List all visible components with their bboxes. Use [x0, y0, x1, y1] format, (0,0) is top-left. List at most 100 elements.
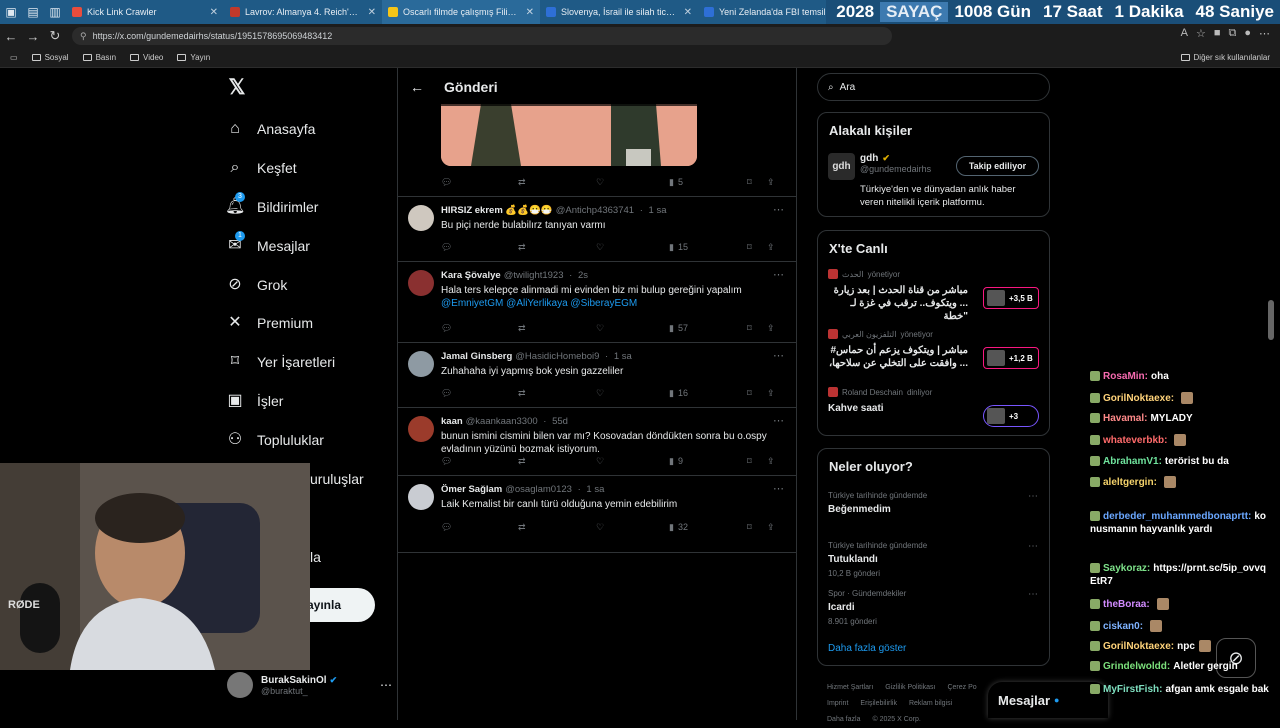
bookmark-icon[interactable]: ⌑	[747, 522, 767, 533]
more-options-icon[interactable]: ⋯	[1028, 491, 1038, 502]
trend-item[interactable]: Türkiye tarihinde gündemde Tutuklandı 10,2…	[828, 541, 1038, 578]
related-name[interactable]: gdh	[860, 153, 878, 164]
chat-user[interactable]: whateverbkb:	[1103, 435, 1167, 446]
share-icon[interactable]: ⇪	[767, 388, 775, 399]
live-item[interactable]: التلفزيون العربي yönetiyor مباشر | ويتكوف …	[828, 329, 968, 370]
repost-icon[interactable]: ⇄	[518, 388, 596, 399]
nav-item-mesajlar[interactable]: ✉ 1 Mesajlar	[225, 231, 310, 260]
search-input[interactable]: ⌕ Ara	[817, 73, 1050, 101]
site-info-icon[interactable]: ⚲	[80, 31, 87, 42]
live-listeners-pill[interactable]: +1,2 B	[983, 347, 1039, 369]
share-icon[interactable]: ⇪	[767, 323, 775, 334]
bookmark-folder[interactable]: Sosyal	[31, 53, 69, 62]
chat-user[interactable]: theBoraa:	[1103, 599, 1150, 610]
nav-item-topluluklar[interactable]: ⚇ Topluluklar	[225, 426, 324, 454]
more-icon[interactable]: ⋯	[380, 678, 392, 692]
extension-icon[interactable]: ■	[1214, 27, 1221, 40]
mention-links[interactable]: @EmniyetGM @AliYerlikaya @SiberayEGM	[441, 298, 637, 309]
share-icon[interactable]: ⇪	[767, 177, 775, 188]
chat-user[interactable]: Saykoraz:	[1103, 563, 1150, 574]
chat-user[interactable]: GorilNoktaexe:	[1103, 393, 1174, 404]
chat-user[interactable]: Grindelwoldd:	[1103, 661, 1170, 672]
gdh-logo[interactable]: gdh	[828, 153, 855, 180]
like-icon[interactable]: ♡	[596, 522, 669, 533]
views-button[interactable]: ▮ 57	[669, 323, 747, 334]
bookmark-folder[interactable]: Video	[130, 53, 163, 62]
chat-user[interactable]: AbrahamV1:	[1103, 456, 1162, 467]
views-button[interactable]: ▮ 9	[669, 456, 747, 467]
tweet-time[interactable]: 2s	[578, 270, 588, 281]
chat-user[interactable]: RosaMin:	[1103, 371, 1148, 382]
bookmark-folder[interactable]: Yayın	[177, 53, 210, 62]
footer-link[interactable]: Reklam bilgisi	[909, 700, 952, 707]
avatar[interactable]	[408, 270, 434, 296]
reply-tweet[interactable]: Ömer Sağlam @osaglam0123 · 1 sa ⋯ Laik Ke…	[398, 475, 796, 541]
reply-tweet[interactable]: kaan @kaankaan3300 · 55d ⋯ bunun ismini c…	[398, 407, 796, 475]
workspaces-icon[interactable]: ▣	[0, 0, 22, 24]
more-options-icon[interactable]: ⋯	[773, 482, 784, 495]
show-more-link[interactable]: Daha fazla göster	[828, 643, 906, 654]
chat-user[interactable]: MyFirstFish:	[1103, 684, 1162, 695]
views-button[interactable]: ▮ 16	[669, 388, 747, 399]
views-button[interactable]: ▮ 15	[669, 242, 747, 253]
close-tab-icon[interactable]: ✕	[210, 7, 218, 18]
more-options-icon[interactable]: ⋯	[1028, 541, 1038, 552]
scrollbar[interactable]	[1268, 300, 1274, 340]
url-field[interactable]: ⚲ https://x.com/gundemedairhs/status/195…	[72, 27, 892, 45]
profile-icon[interactable]: ●	[1244, 27, 1251, 40]
tweet-time[interactable]: 55d	[552, 416, 568, 427]
tweet-author[interactable]: Kara Şövalye	[441, 270, 501, 281]
reply-tweet[interactable]: Jamal Ginsberg @HasidicHomeboi9 · 1 sa ⋯ …	[398, 342, 796, 407]
footer-link[interactable]: Hizmet Şartları	[827, 684, 873, 691]
menu-icon[interactable]: ⋯	[1259, 27, 1270, 40]
browser-tab[interactable]: Kick Link Crawler ✕	[66, 0, 224, 24]
more-options-icon[interactable]: ⋯	[773, 203, 784, 216]
vertical-tabs-icon[interactable]: ▥	[44, 0, 66, 24]
tweet-author[interactable]: HIRSIZ ekrem 💰💰😷😷	[441, 205, 553, 216]
nav-item-anasayfa[interactable]: ⌂ Anasayfa	[225, 115, 315, 143]
views-button[interactable]: ▮ 32	[669, 522, 747, 533]
like-icon[interactable]: ♡	[596, 456, 669, 467]
x-logo-icon[interactable]: 𝕏	[225, 76, 249, 100]
views-button[interactable]: ▮ 5	[669, 177, 747, 188]
like-icon[interactable]: ♡	[596, 177, 669, 188]
tweet-author[interactable]: kaan	[441, 416, 463, 427]
share-icon[interactable]: ⇪	[767, 522, 775, 533]
tab-actions-icon[interactable]: ▤	[22, 0, 44, 24]
chat-user[interactable]: Havamal:	[1103, 413, 1147, 424]
repost-icon[interactable]: ⇄	[518, 177, 596, 188]
more-options-icon[interactable]: ⋯	[773, 414, 784, 427]
repost-icon[interactable]: ⇄	[518, 522, 596, 533]
more-options-icon[interactable]: ⋯	[773, 268, 784, 281]
more-options-icon[interactable]: ⋯	[773, 349, 784, 362]
bookmark-folder[interactable]: Basın	[82, 53, 116, 62]
following-button[interactable]: Takip ediliyor	[956, 156, 1039, 176]
like-icon[interactable]: ♡	[596, 323, 669, 334]
forward-icon[interactable]: →	[22, 29, 44, 44]
chat-user[interactable]: derbeder_muhammedbonaprtt:	[1103, 511, 1251, 522]
footer-link[interactable]: Çerez Po	[947, 684, 976, 691]
bookmark-icon[interactable]: ⌑	[747, 456, 767, 467]
tweet-time[interactable]: 1 sa	[586, 484, 604, 495]
back-icon[interactable]: ←	[0, 29, 22, 44]
close-tab-icon[interactable]: ✕	[526, 7, 534, 18]
other-bookmarks[interactable]: Diğer sık kullanılanlar	[1180, 53, 1270, 62]
bookmark-icon[interactable]: ⌑	[747, 323, 767, 334]
share-icon[interactable]: ⇪	[767, 456, 775, 467]
bookmark-icon[interactable]: ⌑	[747, 242, 767, 253]
bookmark-icon[interactable]: ⌑	[747, 388, 767, 399]
repost-icon[interactable]: ⇄	[518, 242, 596, 253]
read-aloud-icon[interactable]: A	[1181, 27, 1188, 40]
bookmark-icon[interactable]: ⌑	[747, 177, 767, 188]
close-tab-icon[interactable]: ✕	[684, 7, 692, 18]
browser-tab[interactable]: Slovenya, İsrail ile silah ticaretin ✕	[540, 0, 698, 24]
reply-tweet[interactable]: Kara Şövalye @twilight1923 · 2s ⋯ Hala te…	[398, 261, 796, 342]
nav-item-keşfet[interactable]: ⌕ Keşfet	[225, 154, 297, 182]
nav-item-dahafazla-partial[interactable]: la	[310, 543, 321, 571]
like-icon[interactable]: ♡	[596, 388, 669, 399]
chat-user[interactable]: GorilNoktaexe:	[1103, 641, 1174, 652]
repost-icon[interactable]: ⇄	[518, 323, 596, 334]
reply-icon[interactable]: 💬︎	[441, 177, 518, 188]
reply-icon[interactable]: 💬︎	[441, 522, 518, 533]
nav-item-i-şler[interactable]: ▣ İşler	[225, 387, 283, 415]
